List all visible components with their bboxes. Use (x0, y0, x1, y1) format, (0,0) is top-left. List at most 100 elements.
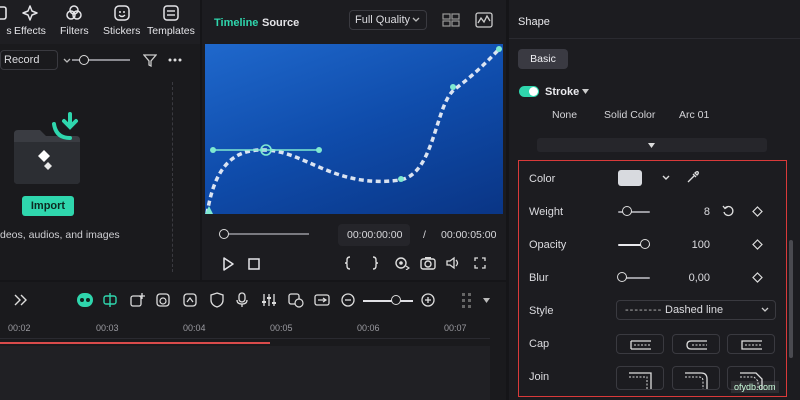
timeline-zoom-track[interactable] (363, 300, 413, 302)
microphone-icon[interactable] (236, 292, 248, 308)
timeline-track[interactable] (0, 346, 490, 400)
templates-icon (163, 5, 179, 21)
waveform-scope-icon[interactable] (475, 12, 493, 28)
toolbar-item-label: Filters (60, 25, 89, 37)
current-time: 00:00:00:00 (347, 229, 403, 241)
toolbar-item-stickers[interactable]: Stickers (103, 4, 140, 37)
sparkle-icon (22, 5, 38, 21)
join-label: Join (529, 371, 550, 383)
cap-square-button[interactable] (727, 334, 775, 354)
zoom-in-icon[interactable] (421, 293, 435, 307)
record-dropdown-label: Record (4, 54, 40, 66)
record-dropdown[interactable]: Record (0, 50, 71, 70)
cap-round-button[interactable] (672, 334, 720, 354)
divider (509, 38, 800, 39)
keyframe-icon[interactable] (752, 239, 763, 250)
split-clip-icon[interactable] (102, 292, 118, 308)
timeline-progress-line (0, 342, 270, 344)
keyframe-icon[interactable] (752, 206, 763, 217)
mark-in-icon[interactable] (343, 256, 353, 270)
fullscreen-icon[interactable] (474, 257, 486, 269)
tab-source[interactable]: Source (262, 17, 299, 29)
snap-icon[interactable] (314, 292, 330, 308)
render-settings-icon[interactable] (394, 256, 410, 270)
ruler-label: 00:02 (8, 323, 31, 333)
keyframe-icon[interactable] (752, 272, 763, 283)
crop-icon[interactable] (182, 292, 198, 308)
blur-value[interactable]: 0,00 (670, 272, 710, 284)
add-media-icon[interactable] (129, 292, 145, 308)
caret-down-icon[interactable] (582, 89, 589, 94)
tab-timeline[interactable]: Timeline (214, 17, 258, 29)
cap-square-icon (741, 340, 762, 350)
ruler-label: 00:06 (357, 323, 380, 333)
color-swatch[interactable] (618, 170, 642, 186)
import-button[interactable]: Import (22, 196, 74, 216)
quality-dropdown[interactable]: Full Quality (349, 10, 427, 30)
eyedropper-icon[interactable] (686, 171, 699, 184)
zoom-slider-knob[interactable] (79, 55, 89, 65)
chevron-down-icon (63, 58, 71, 63)
toolbar-item-label: Templates (147, 25, 195, 37)
color-label: Color (529, 173, 556, 185)
chevron-down-icon[interactable] (662, 175, 670, 181)
speed-icon[interactable] (155, 292, 171, 308)
ruler-label: 00:07 (444, 323, 467, 333)
stroke-preset-arc-01[interactable]: Arc 01 (679, 109, 709, 121)
reset-icon[interactable] (722, 205, 734, 217)
stop-icon[interactable] (248, 258, 260, 270)
presets-collapse-bar[interactable] (537, 138, 767, 152)
caret-down-icon[interactable] (483, 298, 490, 303)
more-icon[interactable] (168, 58, 182, 62)
stroke-toggle[interactable] (519, 86, 539, 97)
toolbar-item-label: Effects (14, 25, 46, 37)
audio-mixer-icon[interactable] (261, 292, 277, 308)
stroke-properties-highlight (518, 160, 787, 397)
play-icon[interactable] (222, 257, 234, 271)
toolbar-item-effects[interactable]: Effects (14, 4, 46, 37)
grid-handle-icon[interactable] (461, 292, 473, 310)
weight-value[interactable]: 8 (670, 206, 710, 218)
line-style-dropdown[interactable]: -------- Dashed line (616, 300, 776, 320)
stroke-preset-none[interactable]: None (552, 109, 577, 121)
blur-slider-knob[interactable] (617, 272, 627, 282)
toolbar-item-label: s (6, 25, 12, 37)
zoom-out-icon[interactable] (341, 293, 355, 307)
camera-snapshot-icon[interactable] (420, 256, 436, 270)
opacity-slider-knob[interactable] (640, 239, 650, 249)
shield-icon[interactable] (210, 292, 224, 308)
cap-label: Cap (529, 338, 550, 350)
filters-icon (66, 5, 83, 20)
playback-progress-knob[interactable] (219, 229, 229, 239)
mark-out-icon[interactable] (370, 256, 380, 270)
join-round-button[interactable] (672, 366, 720, 390)
double-chevron-right-icon[interactable] (14, 294, 28, 306)
auto-reframe-icon[interactable] (288, 292, 304, 308)
timeline-ruler[interactable] (0, 333, 490, 339)
toolbar-item-filters[interactable]: Filters (60, 4, 89, 37)
stroke-label: Stroke (545, 86, 580, 98)
weight-slider-knob[interactable] (622, 206, 632, 216)
chevron-down-icon (412, 17, 420, 22)
top-toolbar: s Effects Filters Stickers Templates (0, 0, 200, 44)
opacity-label: Opacity (529, 239, 567, 251)
app-window: s Effects Filters Stickers Templates Rec… (0, 0, 800, 400)
toolbar-item-templates[interactable]: Templates (147, 4, 195, 37)
timeline-zoom-knob[interactable] (391, 295, 401, 305)
playback-progress-track[interactable] (223, 233, 309, 235)
ai-assistant-icon[interactable] (76, 292, 94, 308)
curved-dashed-shape[interactable] (205, 44, 503, 214)
folder-import-icon (14, 112, 80, 184)
stroke-preset-solid-color[interactable]: Solid Color (604, 109, 655, 121)
tab-basic[interactable]: Basic (518, 49, 568, 69)
opacity-value[interactable]: 100 (670, 239, 710, 251)
volume-icon[interactable] (446, 256, 462, 270)
cap-butt-button[interactable] (616, 334, 664, 354)
join-round-icon (685, 372, 708, 389)
panel-scrollbar[interactable] (789, 240, 793, 358)
timeline-scrollbar[interactable] (494, 340, 506, 400)
join-miter-button[interactable] (616, 366, 664, 390)
video-preview[interactable] (205, 44, 503, 214)
grid-view-icon[interactable] (442, 13, 460, 27)
filter-funnel-icon[interactable] (143, 53, 157, 67)
